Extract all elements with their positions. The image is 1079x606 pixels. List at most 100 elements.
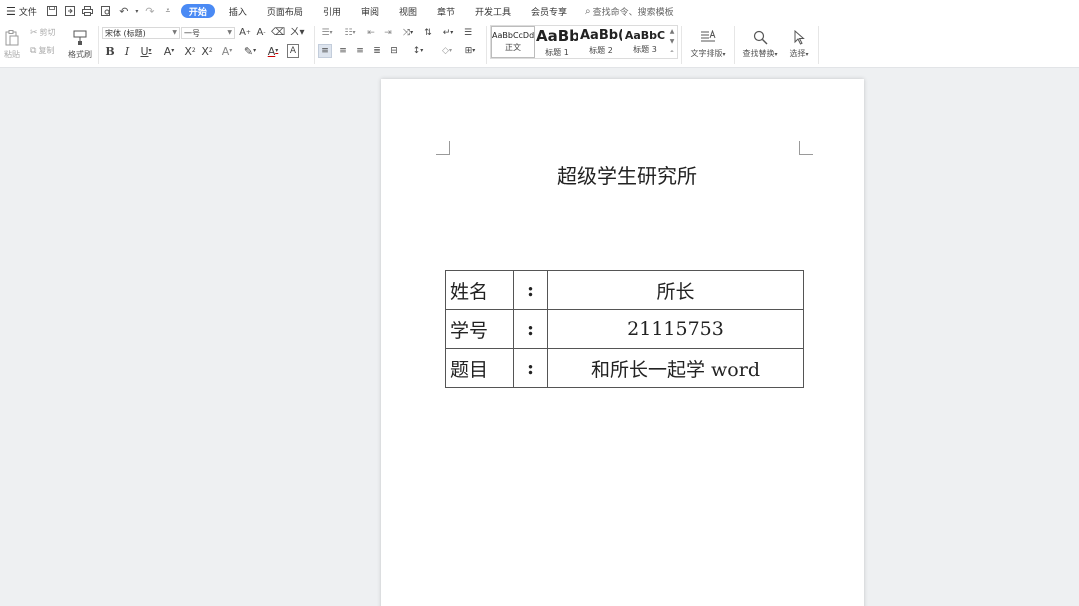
divider <box>98 26 99 64</box>
hamburger-icon: ☰ <box>6 4 16 18</box>
table-cell-value[interactable]: 所长 <box>547 270 804 310</box>
export-icon[interactable] <box>61 0 79 22</box>
table-row: 题目 : 和所长一起学 word <box>445 348 804 388</box>
sort-icon[interactable]: ⇅ <box>421 27 435 39</box>
phonetic-guide-icon[interactable]: ㄨ▾ <box>288 27 306 39</box>
divider <box>681 26 682 64</box>
select-button[interactable]: 选择▾ <box>784 25 814 63</box>
divider <box>818 26 819 64</box>
font-name-value: 宋体 (标题) <box>105 28 146 38</box>
bullet-list-icon[interactable]: ☰ ▾ <box>318 27 336 39</box>
find-replace-label: 查找替换 <box>742 49 775 58</box>
paste-button[interactable]: 粘贴 <box>2 25 22 63</box>
grow-font-icon[interactable]: A + <box>239 27 251 39</box>
undo-icon[interactable]: ↶ <box>115 0 133 22</box>
redo-icon[interactable]: ↷ <box>141 0 159 22</box>
table-cell-label[interactable]: 姓名 <box>445 270 514 310</box>
font-color-icon[interactable]: A ▾ <box>264 44 282 58</box>
table-cell-value[interactable]: 和所长一起学 word <box>547 348 804 388</box>
char-border-icon[interactable]: A <box>287 44 299 58</box>
table-cell-label[interactable]: 学号 <box>445 309 514 349</box>
customize-toolbar-icon[interactable]: ⩡ <box>159 0 177 22</box>
tab-insert[interactable]: 插入 <box>219 0 257 22</box>
cursor-arrow-icon <box>793 29 805 47</box>
file-menu[interactable]: ☰ 文件 <box>0 0 43 22</box>
search-icon: ⌕ <box>585 5 591 17</box>
distributed-align-icon[interactable]: ⊟ <box>387 44 401 58</box>
style-heading-1[interactable]: AaBb 标题 1 <box>535 26 579 58</box>
tab-references[interactable]: 引用 <box>313 0 351 22</box>
magnifier-icon <box>753 30 768 47</box>
strikethrough-icon[interactable]: A ▾ <box>160 44 178 58</box>
shading-icon[interactable]: ◇ ▾ <box>438 44 456 58</box>
styles-scroll[interactable]: ▲ ▼ ⩡ <box>667 26 677 58</box>
decrease-indent-icon[interactable]: ⇤ <box>364 27 378 39</box>
style-name: 标题 3 <box>633 45 657 54</box>
format-painter-button[interactable]: 格式刷 <box>66 25 94 63</box>
tab-page-layout[interactable]: 页面布局 <box>257 0 313 22</box>
print-icon[interactable] <box>79 0 97 22</box>
tab-developer[interactable]: 开发工具 <box>465 0 521 22</box>
increase-indent-icon[interactable]: ⇥ <box>381 27 395 39</box>
table-cell-colon[interactable]: : <box>513 270 548 310</box>
table-cell-colon[interactable]: : <box>513 348 548 388</box>
italic-icon[interactable]: I <box>121 44 133 58</box>
format-painter-label: 格式刷 <box>68 49 92 59</box>
tab-review[interactable]: 审阅 <box>351 0 389 22</box>
tab-view[interactable]: 视图 <box>389 0 427 22</box>
font-size-select[interactable]: 一号 ▼ <box>181 27 235 39</box>
expand-icon[interactable]: ⩡ <box>670 48 673 56</box>
superscript-icon[interactable]: X2 <box>183 44 197 58</box>
table-cell-colon[interactable]: : <box>513 309 548 349</box>
highlight-icon[interactable]: ✎ ▾ <box>240 44 260 58</box>
table-cell-value[interactable]: 21115753 <box>547 309 804 349</box>
style-heading-2[interactable]: AaBb( 标题 2 <box>579 26 623 58</box>
tab-member[interactable]: 会员专享 <box>521 0 577 22</box>
align-left-icon[interactable]: ≡ <box>318 44 332 58</box>
table-cell-label[interactable]: 题目 <box>445 348 514 388</box>
text-layout-label: 文字排版 <box>690 49 723 58</box>
document-workspace: 超级学生研究所 姓名 : 所长 学号 : 21115753 题目 : 和所长一起… <box>0 68 1079 606</box>
file-menu-label: 文件 <box>18 7 37 18</box>
bold-icon[interactable]: B <box>104 44 116 58</box>
style-normal[interactable]: AaBbCcDd 正文 <box>491 26 535 58</box>
style-heading-3[interactable]: AaBbC 标题 3 <box>623 26 667 58</box>
numbered-list-icon[interactable]: ☷ ▾ <box>341 27 359 39</box>
chinese-layout-icon[interactable]: ⤨ ▾ <box>399 27 417 39</box>
shrink-font-icon[interactable]: A- <box>255 27 267 39</box>
chevron-down-icon[interactable]: ▼ <box>670 38 675 45</box>
line-spacing-icon[interactable]: ↕ ▾ <box>408 44 428 58</box>
command-search[interactable]: ⌕ 查找命令、搜索模板 <box>585 5 674 18</box>
style-name: 标题 2 <box>589 46 613 55</box>
info-table: 姓名 : 所长 学号 : 21115753 题目 : 和所长一起学 word <box>445 270 804 388</box>
undo-dropdown-icon[interactable]: ▾ <box>133 0 141 22</box>
styles-gallery: AaBbCcDd 正文 AaBb 标题 1 AaBb( 标题 2 AaBbC 标… <box>490 25 678 59</box>
tab-sections[interactable]: 章节 <box>427 0 465 22</box>
align-center-icon[interactable]: ≡ <box>336 44 350 58</box>
cut-button[interactable]: ✂ 剪切 <box>30 27 56 39</box>
distribute-icon[interactable]: ☰ <box>461 27 475 39</box>
show-marks-icon[interactable]: ↵ ▾ <box>439 27 457 39</box>
find-replace-button[interactable]: 查找替换▾ <box>738 25 782 63</box>
justify-icon[interactable]: ≣ <box>370 44 384 58</box>
chevron-up-icon[interactable]: ▲ <box>670 28 675 35</box>
text-layout-button[interactable]: 文字排版▾ <box>686 25 730 63</box>
brush-icon <box>73 30 87 48</box>
align-right-icon[interactable]: ≡ <box>353 44 367 58</box>
font-name-select[interactable]: 宋体 (标题) ▼ <box>102 27 180 39</box>
save-icon[interactable] <box>43 0 61 22</box>
menu-bar: ☰ 文件 ↶ ▾ ↷ ⩡ 开始 插入 页面布局 引用 审阅 视图 章节 开发工具… <box>0 0 1079 22</box>
underline-icon[interactable]: U ▾ <box>137 44 155 58</box>
text-effect-icon[interactable]: A ▾ <box>218 44 236 58</box>
style-sample: AaBb <box>536 26 578 45</box>
subscript-icon[interactable]: X2 <box>200 44 214 58</box>
style-sample: AaBbC <box>624 29 666 42</box>
select-label: 选择 <box>789 49 806 58</box>
document-title[interactable]: 超级学生研究所 <box>381 160 864 189</box>
print-preview-icon[interactable] <box>97 0 115 22</box>
document-page[interactable]: 超级学生研究所 姓名 : 所长 学号 : 21115753 题目 : 和所长一起… <box>381 79 864 606</box>
tab-home[interactable]: 开始 <box>180 4 215 18</box>
copy-button[interactable]: ⧉ 复制 <box>30 45 54 57</box>
borders-icon[interactable]: ⊞ ▾ <box>460 44 480 58</box>
clear-format-icon[interactable]: ⌫ <box>271 27 285 39</box>
